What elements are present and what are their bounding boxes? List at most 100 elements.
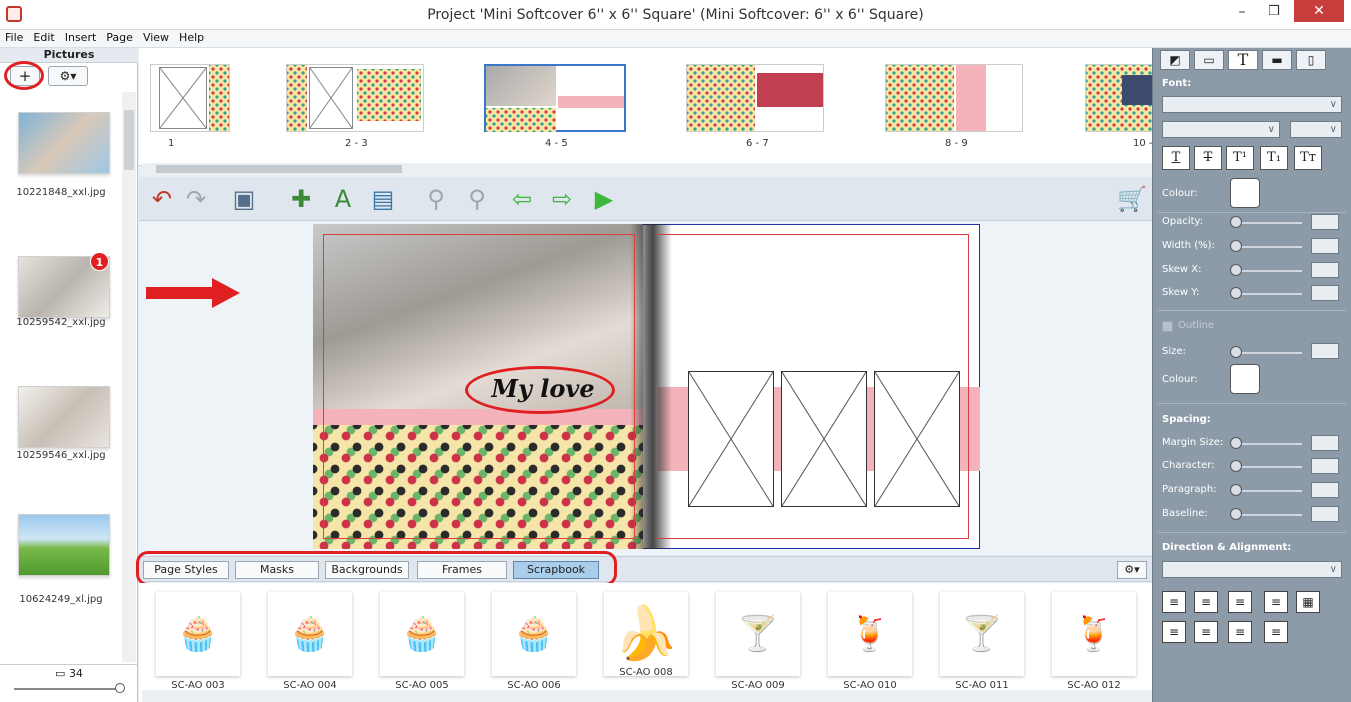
outline-size-slider[interactable] — [1232, 352, 1302, 354]
paragraph-value[interactable] — [1311, 482, 1339, 498]
small-caps-button[interactable]: Tт — [1294, 146, 1322, 170]
valign-middle-icon[interactable]: ≡ — [1194, 621, 1218, 643]
sticker-8[interactable]: 🍹 — [1052, 592, 1136, 676]
menu-edit[interactable]: Edit — [28, 30, 59, 44]
sticker-2[interactable]: 🧁 — [380, 592, 464, 676]
page-thumbnail[interactable] — [150, 64, 230, 132]
slider-knob[interactable] — [1230, 460, 1242, 472]
menu-file[interactable]: File — [0, 30, 28, 44]
save-icon[interactable]: ▣ — [228, 183, 260, 215]
slider-knob[interactable] — [1230, 287, 1242, 299]
redo-icon[interactable]: ↷ — [180, 183, 212, 215]
add-text-icon[interactable]: A — [327, 183, 359, 215]
skew-y-value[interactable] — [1311, 285, 1339, 301]
skew-x-slider[interactable] — [1232, 270, 1302, 272]
skew-x-value[interactable] — [1311, 262, 1339, 278]
menu-view[interactable]: View — [138, 30, 174, 44]
picture-thumbnail[interactable] — [18, 386, 110, 448]
add-picture-icon[interactable]: ✚ — [285, 183, 317, 215]
width-value[interactable] — [1311, 238, 1339, 254]
valign-bottom-icon[interactable]: ≡ — [1228, 621, 1252, 643]
menu-page[interactable]: Page — [101, 30, 138, 44]
subscript-button[interactable]: T₁ — [1260, 146, 1288, 170]
font-family-select[interactable]: ∨ — [1162, 96, 1342, 113]
align-grid-icon[interactable]: ▦ — [1296, 591, 1320, 613]
sticker-5[interactable]: 🍸 — [716, 592, 800, 676]
valign-top-icon[interactable]: ≡ — [1162, 621, 1186, 643]
play-icon[interactable]: ▶ — [588, 183, 620, 215]
superscript-button[interactable]: T¹ — [1226, 146, 1254, 170]
outline-colour-swatch[interactable] — [1230, 364, 1260, 394]
text-colour-swatch[interactable] — [1230, 178, 1260, 208]
scrollbar-thumb[interactable] — [124, 110, 134, 170]
cart-icon[interactable]: 🛒 — [1116, 183, 1148, 215]
width-slider[interactable] — [1232, 246, 1302, 248]
sticker-4[interactable]: 🍌 — [604, 592, 688, 676]
page-thumbnail[interactable] — [286, 64, 424, 132]
slider-knob[interactable] — [1230, 240, 1242, 252]
pictures-settings-button[interactable]: ⚙▾ — [48, 66, 88, 86]
slider-knob[interactable] — [1230, 484, 1242, 496]
slider-knob[interactable] — [1230, 264, 1242, 276]
scrollbar-thumb[interactable] — [156, 165, 402, 173]
gallery-scrollbar[interactable] — [142, 690, 1152, 702]
align-right-icon[interactable]: ≡ — [1228, 591, 1252, 613]
font-style-select[interactable]: ∨ — [1162, 121, 1280, 138]
tab-ruler-icon[interactable]: ▬ — [1262, 50, 1292, 70]
pictures-scrollbar[interactable] — [122, 92, 136, 662]
next-page-icon[interactable]: ⇨ — [546, 183, 578, 215]
align-justify-menu-icon[interactable]: ≡ — [1264, 591, 1288, 613]
outline-checkbox[interactable] — [1162, 321, 1173, 332]
zoom-out-icon[interactable]: ⚲ — [420, 183, 452, 215]
opacity-value[interactable] — [1311, 214, 1339, 230]
sticker-1[interactable]: 🧁 — [268, 592, 352, 676]
tab-page-icon[interactable]: ▯ — [1296, 50, 1326, 70]
underline-button[interactable]: T — [1162, 146, 1190, 170]
outline-size-value[interactable] — [1311, 343, 1339, 359]
paragraph-slider[interactable] — [1232, 490, 1302, 492]
baseline-slider[interactable] — [1232, 514, 1302, 516]
tab-frame-icon[interactable]: ▭ — [1194, 50, 1224, 70]
sticker-6[interactable]: 🍹 — [828, 592, 912, 676]
menu-help[interactable]: Help — [174, 30, 209, 44]
font-size-select[interactable]: ∨ — [1290, 121, 1342, 138]
import-icon[interactable]: ▤ — [367, 183, 399, 215]
skew-y-slider[interactable] — [1232, 293, 1302, 295]
strikethrough-button[interactable]: T — [1194, 146, 1222, 170]
undo-icon[interactable]: ↶ — [146, 183, 178, 215]
slider-knob[interactable] — [1230, 346, 1242, 358]
page-thumbnail-selected[interactable] — [484, 64, 626, 132]
slider-knob[interactable] — [1230, 508, 1242, 520]
align-left-icon[interactable]: ≡ — [1162, 591, 1186, 613]
library-settings-button[interactable]: ⚙▾ — [1117, 561, 1147, 579]
opacity-slider[interactable] — [1232, 222, 1302, 224]
tab-fill-icon[interactable]: ◩ — [1160, 50, 1190, 70]
picture-thumbnail[interactable] — [18, 514, 110, 576]
margin-value[interactable] — [1311, 435, 1339, 451]
baseline-value[interactable] — [1311, 506, 1339, 522]
sticker-3[interactable]: 🧁 — [492, 592, 576, 676]
slider-knob[interactable] — [115, 683, 125, 693]
margin-slider[interactable] — [1232, 443, 1302, 445]
valign-fill-icon[interactable]: ≡ — [1264, 621, 1288, 643]
page-thumbnail[interactable] — [686, 64, 824, 132]
slider-knob[interactable] — [1230, 437, 1242, 449]
character-value[interactable] — [1311, 458, 1339, 474]
close-button[interactable]: ✕ — [1294, 0, 1344, 22]
page-thumbnail[interactable] — [885, 64, 1023, 132]
zoom-in-icon[interactable]: ⚲ — [461, 183, 493, 215]
slider-knob[interactable] — [1230, 216, 1242, 228]
sticker-7[interactable]: 🍸 — [940, 592, 1024, 676]
thumbnail-zoom-slider[interactable] — [14, 688, 124, 690]
align-center-icon[interactable]: ≡ — [1194, 591, 1218, 613]
sticker-0[interactable]: 🧁 — [156, 592, 240, 676]
prev-page-icon[interactable]: ⇦ — [506, 183, 538, 215]
minimize-button[interactable]: – — [1230, 4, 1254, 24]
picture-thumbnail[interactable] — [18, 112, 110, 174]
tab-text-icon[interactable]: T — [1228, 50, 1258, 70]
menu-insert[interactable]: Insert — [60, 30, 102, 44]
character-slider[interactable] — [1232, 466, 1302, 468]
page-thumbnail[interactable] — [1085, 64, 1153, 132]
maximize-button[interactable]: ❒ — [1262, 4, 1286, 24]
direction-select[interactable]: ∨ — [1162, 561, 1342, 578]
